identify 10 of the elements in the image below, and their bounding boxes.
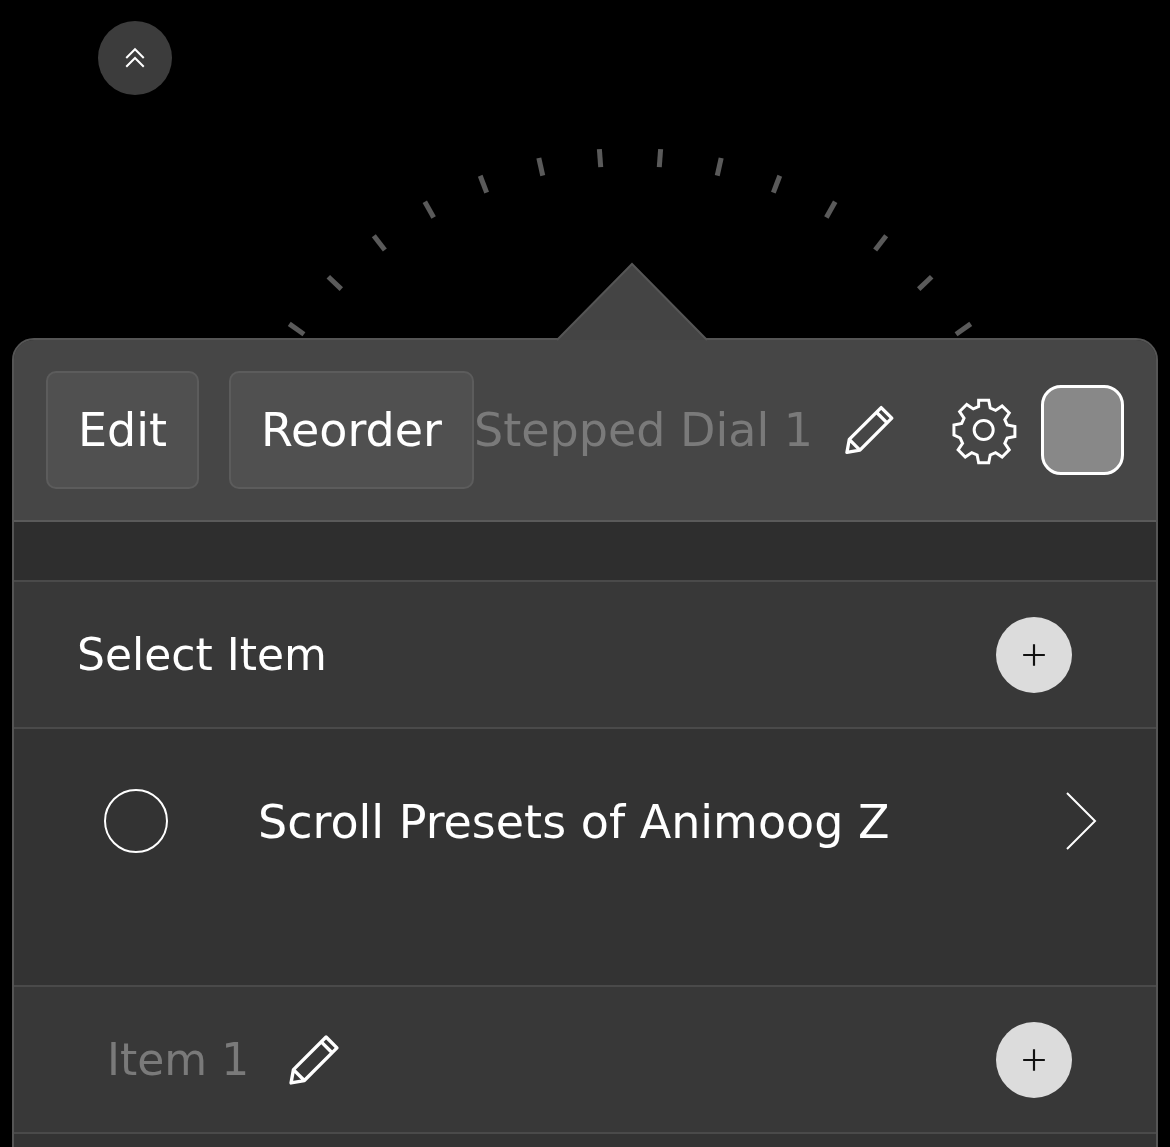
- item-group-label: Item 1: [107, 1032, 250, 1087]
- item-label: Scroll Presets of Animoog Z: [258, 794, 891, 851]
- plus-icon: [1021, 1046, 1047, 1073]
- color-swatch[interactable]: [1041, 385, 1124, 475]
- header-button[interactable]: Edit: [46, 371, 200, 489]
- chevron-right-icon: [1064, 791, 1098, 851]
- plus-icon: [1021, 641, 1047, 668]
- section-title: Select Item: [77, 627, 327, 682]
- radio-button[interactable]: [104, 789, 168, 853]
- header-button[interactable]: Reorder: [229, 371, 474, 489]
